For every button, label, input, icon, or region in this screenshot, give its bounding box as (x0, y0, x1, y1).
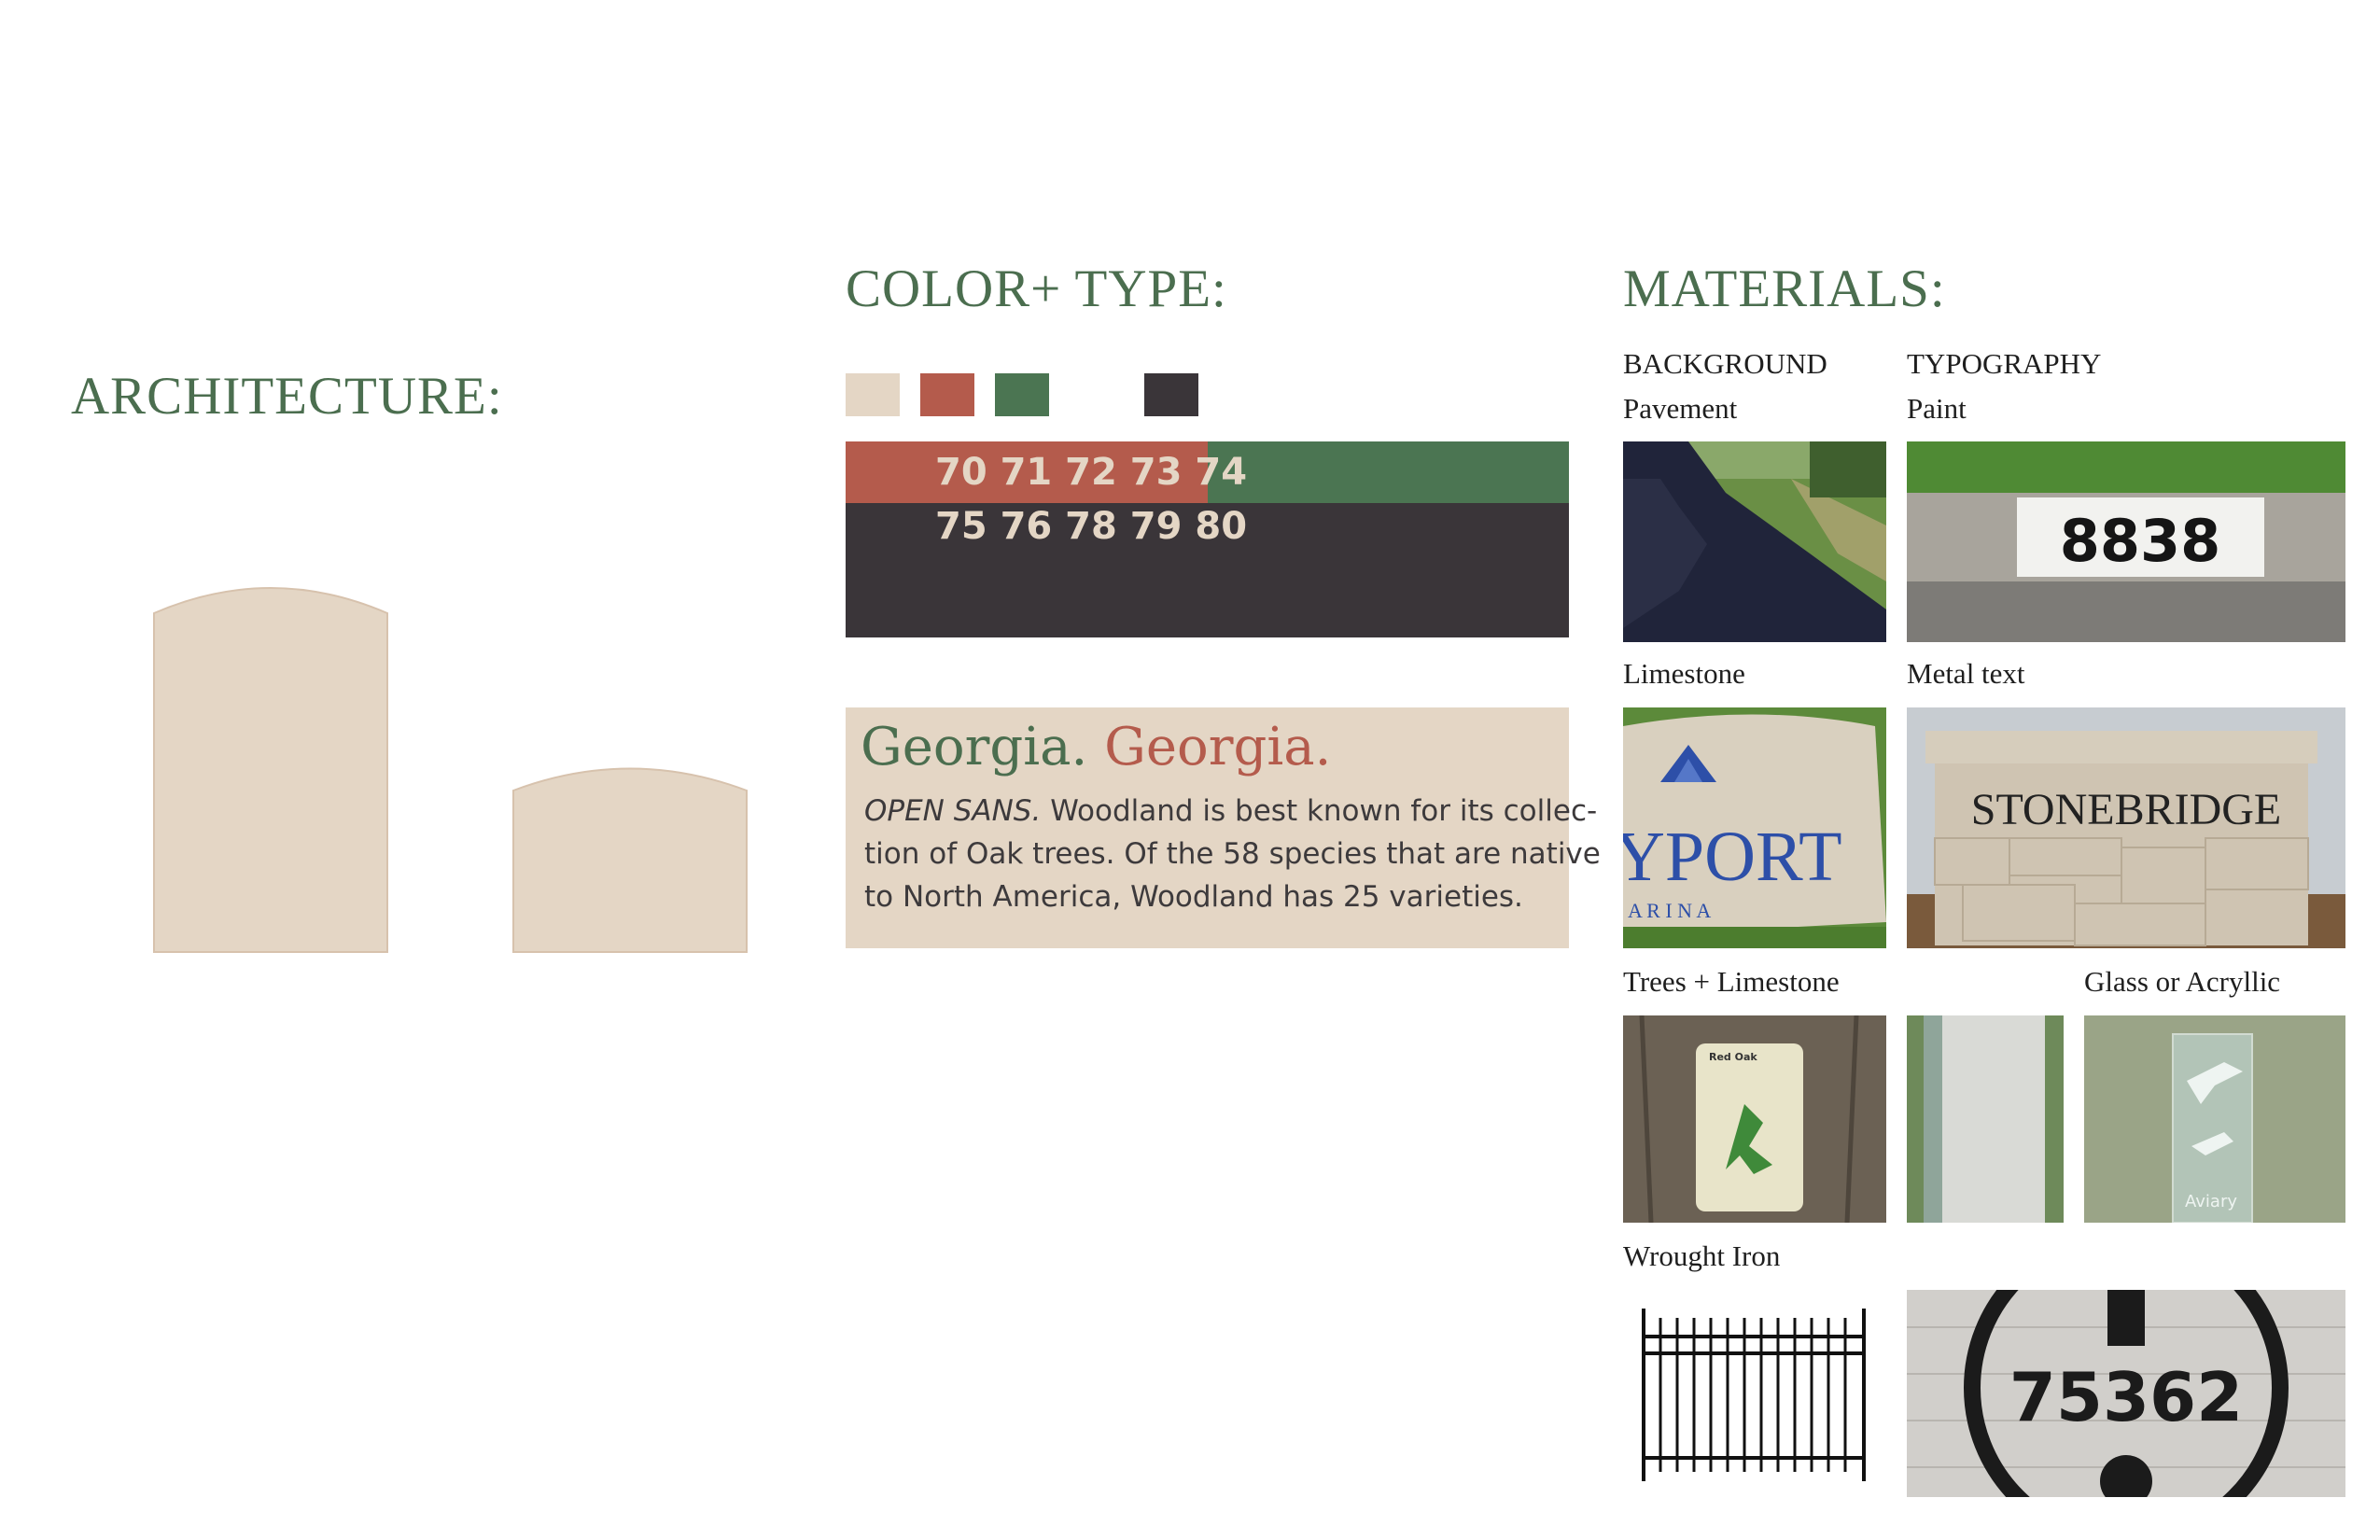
metal-text-photo: STONEBRIDGE (1907, 707, 2345, 948)
swatch-charcoal (1144, 373, 1198, 416)
acrylic-panel-photo (1907, 1015, 2064, 1223)
body-line-3: to North America, Woodland has 25 variet… (864, 880, 1523, 914)
iron-number-text: 75362 (2009, 1358, 2244, 1436)
paint-curb-photo: 8838 (1907, 441, 2345, 642)
georgia-heading-green: Georgia. (861, 717, 1088, 777)
strip-red-numbers: 70 71 72 73 74 (935, 451, 1248, 494)
paint-number-text: 8838 (2060, 507, 2221, 575)
color-type-title: COLOR+ TYPE: (846, 259, 1227, 318)
color-strip: 70 71 72 73 74 75 76 78 79 80 (846, 441, 1569, 637)
label-pavement: Pavement (1623, 392, 1738, 425)
label-paint: Paint (1907, 392, 1967, 425)
architecture-title: ARCHITECTURE: (71, 367, 503, 426)
iron-fence-photo (1623, 1290, 1886, 1497)
limestone-sign-text: YPORT (1623, 818, 1842, 896)
column-background-heading: BACKGROUND (1623, 347, 1827, 380)
label-glass-acrylic: Glass or Acryllic (2084, 965, 2281, 998)
swatch-green (995, 373, 1049, 416)
short-sign-panel (512, 767, 748, 953)
label-limestone: Limestone (1623, 657, 1745, 690)
body-line-2: tion of Oak trees. Of the 58 species tha… (864, 837, 1601, 871)
materials-title: MATERIALS: (1623, 259, 1946, 318)
glass-sign-photo: Aviary (2084, 1015, 2345, 1223)
type-sample-box: Georgia. Georgia. OPEN SANS. Woodland is… (846, 707, 1601, 948)
limestone-photo: YPORT A R I N A (1623, 707, 1886, 948)
swatch-cream (846, 373, 900, 416)
tree-plaque-photo: Red Oak (1623, 1015, 1886, 1223)
georgia-heading-red: Georgia. (1104, 717, 1332, 777)
label-metal-text: Metal text (1907, 657, 2025, 690)
column-typography-heading: TYPOGRAPHY (1907, 347, 2102, 380)
body-line-1: Woodland is best known for its collec- (1041, 794, 1598, 828)
open-sans-label: OPEN SANS. (864, 794, 1042, 828)
limestone-sub-text: A R I N A (1628, 899, 1711, 922)
tall-sign-panel (153, 587, 388, 953)
label-wrought-iron: Wrought Iron (1623, 1239, 1781, 1272)
label-trees-limestone: Trees + Limestone (1623, 965, 1840, 998)
pavement-photo (1623, 441, 1886, 642)
plaque-title-text: Red Oak (1709, 1051, 1757, 1063)
metal-sign-text: STONEBRIDGE (1971, 785, 2281, 834)
swatch-red (920, 373, 974, 416)
type-sample-body: OPEN SANS. Woodland is best known for it… (864, 790, 1601, 918)
strip-green-numbers: 75 76 78 79 80 (935, 505, 1248, 548)
glass-text: Aviary (2185, 1192, 2237, 1211)
address-number-photo: 75362 (1907, 1290, 2345, 1497)
